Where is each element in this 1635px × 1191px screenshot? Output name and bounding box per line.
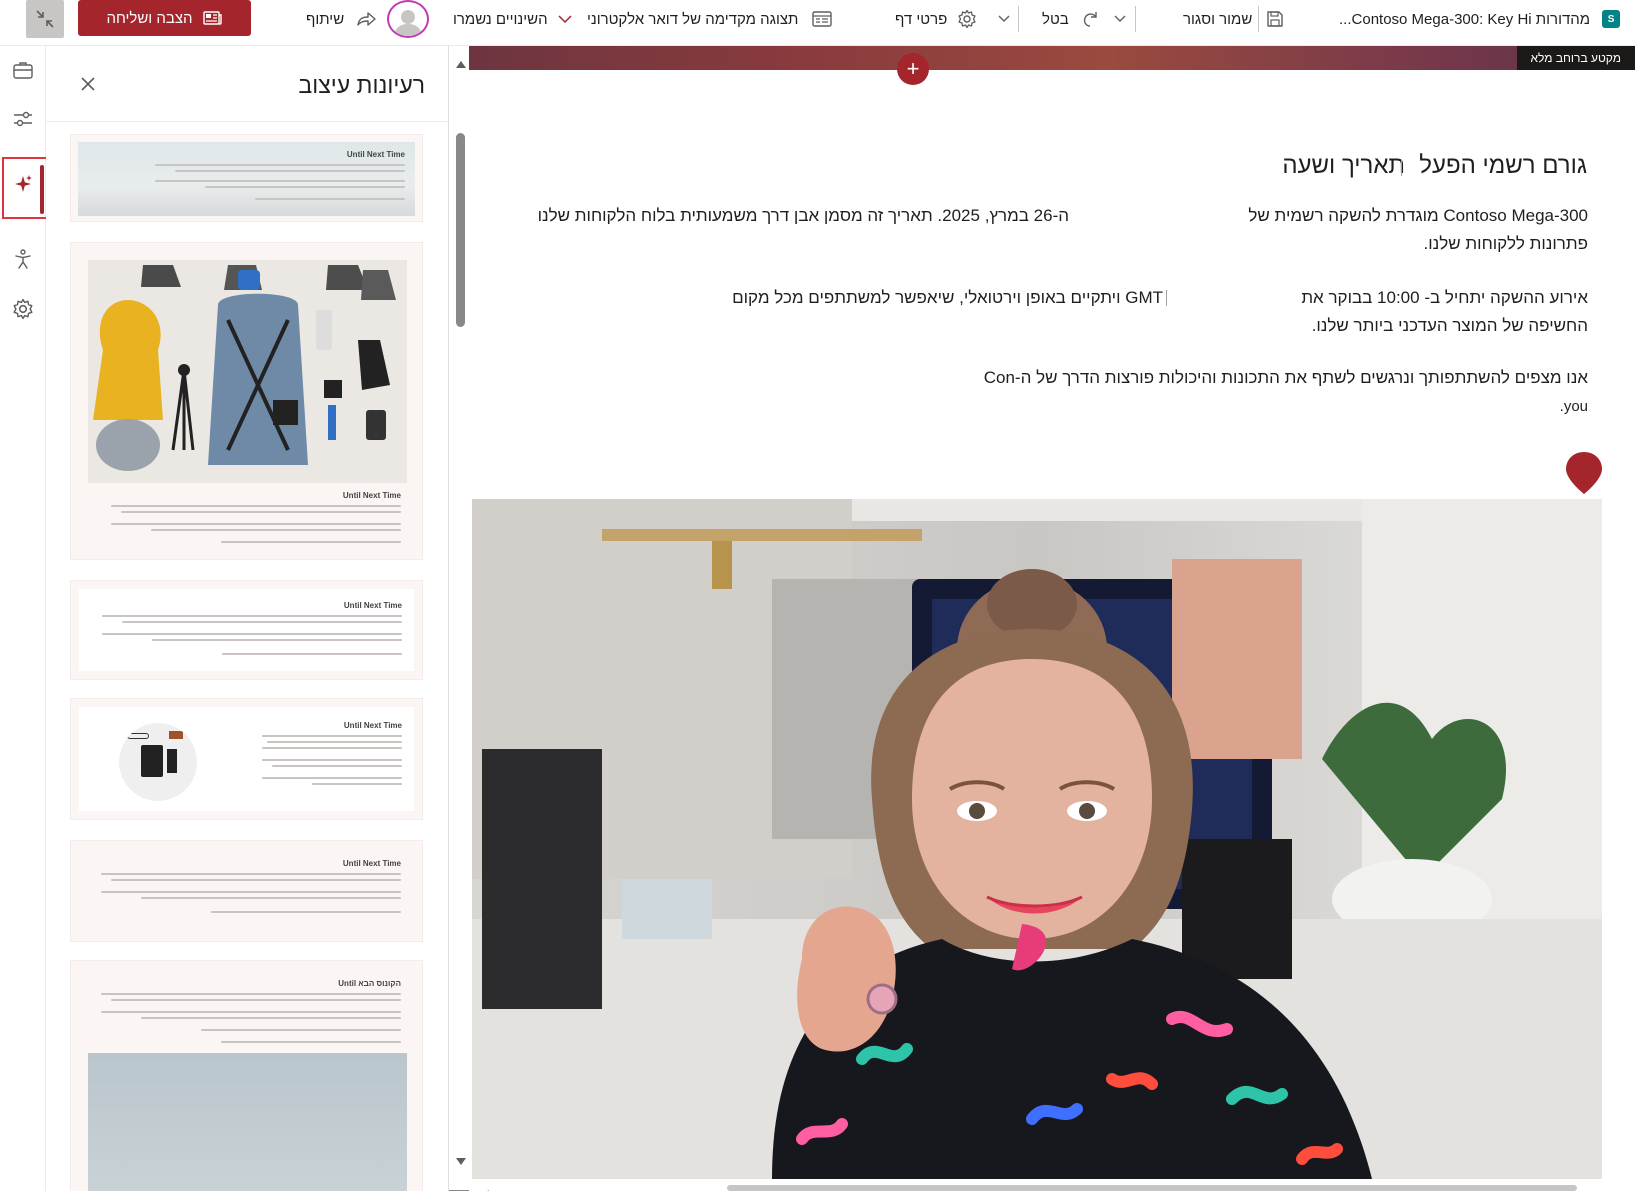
rail-properties-button[interactable]: [0, 99, 46, 139]
briefcase-icon: [13, 62, 33, 79]
panel-title: רעיונות עיצוב: [298, 72, 425, 98]
page-details-label: פרטי דף: [895, 10, 948, 28]
design-idea-6-image: [88, 1053, 407, 1191]
toolbar-divider: [1258, 6, 1259, 32]
design-idea-6[interactable]: Until הקונוס הבא: [70, 960, 423, 1191]
hero-image-strip: [469, 46, 1635, 70]
save-icon: [1267, 11, 1284, 27]
rail-active-indicator: [40, 165, 44, 214]
save-close-label: שמור וסגור: [1183, 10, 1253, 28]
design-idea-1[interactable]: Until Next Time: [70, 134, 423, 222]
share-icon: [357, 12, 376, 26]
design-idea-4-title: Until Next Time: [343, 721, 402, 730]
para1-line2[interactable]: פתרונות ללקוחות שלנו.: [1424, 234, 1588, 254]
design-idea-4-image: [119, 723, 197, 801]
design-ideas-panel: רעיונות עיצוב Until Next Time Until Next…: [46, 46, 449, 1191]
page-details-dropdown[interactable]: [998, 0, 1010, 38]
changes-saved-status[interactable]: השינויים נשמרו: [453, 0, 572, 38]
design-idea-3-title: Until Next Time: [343, 601, 402, 610]
undo-dropdown[interactable]: [1114, 0, 1126, 38]
design-idea-5[interactable]: Until Next Time: [70, 840, 423, 942]
add-section-button[interactable]: +: [897, 53, 929, 85]
design-idea-2-title: Until Next Time: [342, 491, 401, 500]
toolbar-divider: [1018, 6, 1019, 32]
toolbar-divider: [1135, 6, 1136, 32]
editor-canvas: מקטע ברוחב מלא + גורם רשמי הפעל תאריך וש…: [469, 46, 1635, 1191]
share-button[interactable]: שיתוף: [306, 0, 378, 38]
para2-line2[interactable]: החשיפה של המוצר העדכני ביותר שלנו.: [1312, 316, 1588, 336]
para2-line1[interactable]: אירוע ההשקה יתחיל ב- 10:00 בבוקר את: [1301, 288, 1588, 308]
rail-settings-button[interactable]: [0, 289, 46, 329]
rail-toolbox-button[interactable]: [0, 50, 46, 90]
panel-header: רעיונות עיצוב: [46, 46, 448, 122]
changes-saved-label: השינויים נשמרו: [453, 10, 548, 28]
publish-button[interactable]: הצבה ושליחה: [78, 0, 251, 36]
sliders-icon: [14, 111, 32, 127]
newsletter-icon: [202, 11, 222, 25]
save-close-button[interactable]: שמור וסגור: [1183, 0, 1284, 38]
redo-icon: [1083, 12, 1097, 27]
design-idea-2-image: [88, 260, 407, 483]
right-column-heading[interactable]: גורם רשמי הפעל: [1419, 152, 1587, 180]
collapse-icon: [36, 10, 54, 28]
plus-icon: +: [906, 56, 920, 81]
gear-icon: [958, 9, 976, 29]
design-idea-3-preview: Until Next Time: [79, 589, 414, 671]
para2-left-column[interactable]: GMT ויתקיים באופן וירטואלי, שיאפשר למשתת…: [732, 288, 1163, 308]
design-idea-4-preview: Until Next Time: [79, 707, 414, 811]
chevron-down-icon: [558, 15, 572, 24]
design-idea-4[interactable]: Until Next Time: [70, 698, 423, 820]
location-pin-icon[interactable]: [1564, 450, 1604, 496]
email-preview-button[interactable]: תצוגה מקדימה של דואר אלקטרוני: [587, 0, 833, 38]
design-idea-3[interactable]: Until Next Time: [70, 580, 423, 680]
text-cursor: [1401, 160, 1402, 176]
chevron-down-icon: [998, 15, 1010, 22]
rail-accessibility-button[interactable]: [0, 239, 46, 279]
para3-line2[interactable]: you.: [1560, 398, 1588, 415]
undo-button[interactable]: בטל: [1042, 0, 1101, 38]
close-icon[interactable]: [77, 73, 99, 95]
collapse-button[interactable]: [26, 0, 64, 38]
design-idea-2[interactable]: Until Next Time: [70, 242, 423, 560]
user-avatar[interactable]: [387, 0, 429, 38]
share-label: שיתוף: [306, 10, 345, 28]
para3-line1[interactable]: אנו מצפים להשתתפותך ונרגשים לשתף את התכו…: [984, 368, 1588, 388]
canvas-horizontal-scrollbar-thumb[interactable]: [727, 1185, 1577, 1191]
chevron-down-icon: [1114, 15, 1126, 22]
design-idea-1-preview: Until Next Time: [78, 142, 415, 216]
design-idea-1-title: Until Next Time: [346, 150, 405, 159]
preview-icon: [812, 11, 833, 27]
left-column-heading[interactable]: תאריך ושעה: [1282, 152, 1405, 180]
gear-icon: [13, 298, 33, 320]
publish-label: הצבה ושליחה: [106, 9, 193, 27]
hero-photo[interactable]: [472, 499, 1602, 1179]
document-title: מהדורות Contoso Mega-300: Key Hi... S: [1339, 0, 1621, 38]
panel-scrollbar-thumb[interactable]: [456, 133, 465, 327]
email-preview-label: תצוגה מקדימה של דואר אלקטרוני: [587, 10, 799, 28]
design-idea-6-title: Until הקונוס הבא: [338, 979, 401, 988]
person-icon: [394, 10, 422, 36]
full-width-section-tag: מקטע ברוחב מלא: [1516, 46, 1635, 70]
document-title-text: מהדורות Contoso Mega-300: Key Hi...: [1339, 10, 1591, 28]
command-bar: הצבה ושליחה שיתוף השינויים נשמרו תצוגה מ…: [0, 0, 1635, 46]
design-idea-5-title: Until Next Time: [342, 859, 401, 868]
sharepoint-icon: S: [1602, 10, 1621, 28]
undo-label: בטל: [1042, 10, 1069, 28]
para1-left-column[interactable]: ה-26 במרץ, 2025. תאריך זה מסמן אבן דרך מ…: [538, 206, 1069, 226]
text-cursor: [1166, 290, 1167, 306]
accessibility-icon: [15, 249, 31, 269]
para1-line1[interactable]: Contoso Mega-300 מוגדרת להשקה רשמית של: [1248, 206, 1588, 226]
page-details-button[interactable]: פרטי דף: [895, 0, 977, 38]
